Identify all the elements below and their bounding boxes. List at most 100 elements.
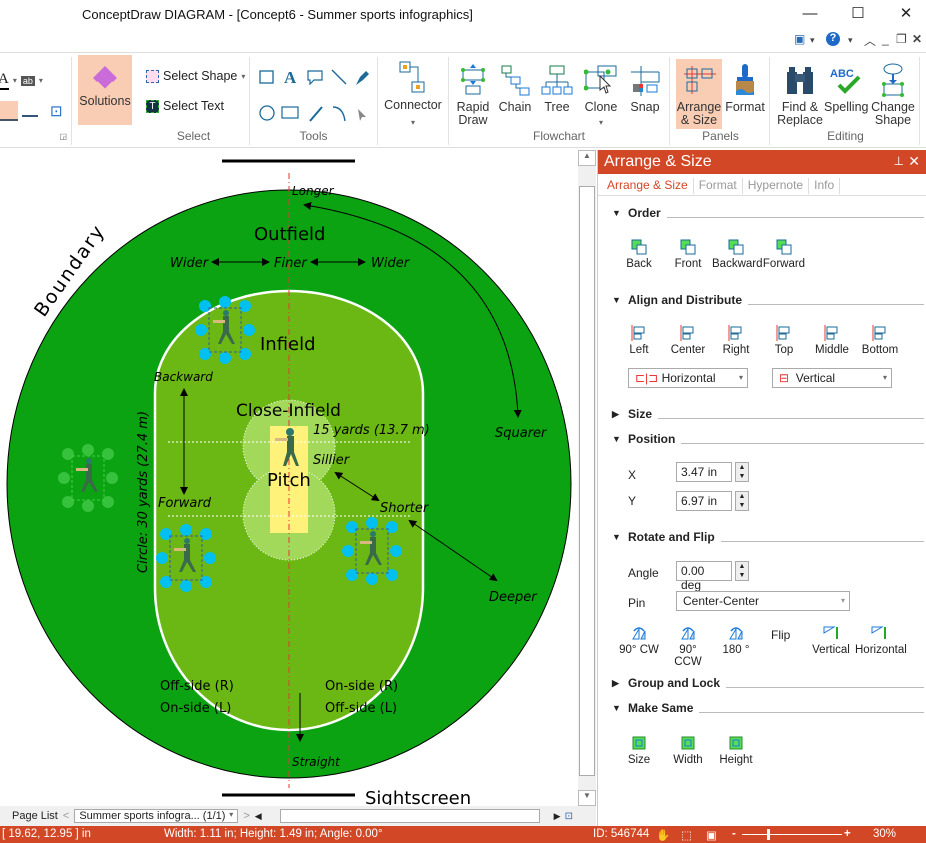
point-tool-icon[interactable] [358, 109, 366, 121]
scroll-thumb[interactable] [579, 186, 595, 776]
tree-button[interactable]: Tree [537, 59, 577, 114]
close-button[interactable]: ✕ [886, 2, 926, 26]
collapse-ribbon-icon[interactable]: ︿ [864, 32, 876, 49]
y-input[interactable]: 6.97 in [676, 491, 732, 511]
make-same-size-button[interactable]: Size [615, 732, 663, 766]
spelling-button[interactable]: ABC Spelling [824, 59, 868, 114]
arrange-size-button[interactable]: Arrange & Size [676, 59, 722, 129]
callout-tool-icon[interactable] [307, 70, 323, 86]
select-text-button[interactable]: T Select Text [146, 99, 224, 113]
horizontal-scrollbar[interactable] [279, 809, 540, 823]
scroll-up-icon[interactable]: ▲ [578, 150, 596, 166]
textbox-tool-icon[interactable] [281, 106, 299, 119]
vertical-scrollbar[interactable]: ▲ ▼ [578, 150, 596, 806]
section-position[interactable]: ▼ Position [612, 432, 924, 446]
selection-handle[interactable] [243, 324, 255, 336]
selection-handle[interactable] [204, 552, 216, 564]
section-size[interactable]: ▶ Size [612, 407, 924, 421]
minimize-button[interactable]: — [790, 2, 830, 26]
drawing-canvas[interactable]: Boundary Outfield Infield Close-Infield … [0, 148, 578, 805]
order-front-button[interactable]: Front [664, 236, 712, 270]
section-rotate[interactable]: ▼ Rotate and Flip [612, 530, 924, 544]
selection-handle[interactable] [195, 324, 207, 336]
selection-handle[interactable] [62, 448, 74, 460]
rotate-180-button[interactable]: 180 ° [712, 622, 760, 656]
selection-handle[interactable] [160, 528, 172, 540]
zoom-slider[interactable] [742, 834, 842, 835]
chevron-down-icon[interactable]: ▾ [848, 35, 853, 46]
distribute-horizontal-select[interactable]: ⊏|⊐ Horizontal ▾ [628, 368, 748, 388]
align-right-button[interactable]: Right [712, 322, 760, 356]
rapid-draw-button[interactable]: Rapid Draw [453, 59, 493, 127]
ellipse-tool-icon[interactable] [259, 105, 275, 121]
align-left-icon[interactable] [0, 101, 18, 121]
make-same-width-button[interactable]: Width [664, 732, 712, 766]
flip-vertical-button[interactable]: Vertical [807, 622, 855, 656]
selection-handle[interactable] [180, 524, 192, 536]
arc-tool-icon[interactable] [332, 106, 346, 122]
align-middle-button[interactable]: Middle [808, 322, 856, 356]
rectangle-tool-icon[interactable] [259, 70, 274, 84]
selection-handle[interactable] [180, 580, 192, 592]
pan-hand-icon[interactable]: ✋ [656, 828, 670, 842]
order-forward-button[interactable]: Forward [760, 236, 808, 270]
order-backward-button[interactable]: Backward [712, 236, 763, 270]
line-tool-icon[interactable] [331, 69, 347, 85]
selection-handle[interactable] [390, 545, 402, 557]
align-bottom-button[interactable]: Bottom [856, 322, 904, 356]
text-tool-icon[interactable]: A [284, 68, 297, 87]
selection-handle[interactable] [239, 300, 251, 312]
chevron-down-icon[interactable]: ▾ [39, 76, 43, 85]
text-box-icon[interactable]: ⊡ [50, 102, 63, 120]
zoom-in-button[interactable]: + [844, 828, 851, 840]
rotate-90-ccw-button[interactable]: 90° CCW [664, 622, 712, 668]
selection-handle[interactable] [200, 528, 212, 540]
page-list-label[interactable]: Page List [12, 810, 58, 822]
rotate-90-cw-button[interactable]: 90° CW [615, 622, 663, 656]
chain-button[interactable]: Chain [495, 59, 535, 114]
section-make-same[interactable]: ▼ Make Same [612, 701, 924, 715]
select-shape-button[interactable]: Select Shape ▾ [146, 69, 245, 83]
selection-handle[interactable] [239, 348, 251, 360]
maximize-button[interactable]: ☐ [838, 2, 878, 26]
angle-input[interactable]: 0.00 deg [676, 561, 732, 592]
distribute-vertical-select[interactable]: ⊟ Vertical ▾ [772, 368, 892, 388]
selection-handle[interactable] [342, 545, 354, 557]
selection-handle[interactable] [156, 552, 168, 564]
find-replace-button[interactable]: Find & Replace [776, 59, 824, 127]
selection-handle[interactable] [82, 500, 94, 512]
align-center-button[interactable]: Center [664, 322, 712, 356]
align-bottom-icon[interactable] [22, 115, 38, 117]
selection-handle[interactable] [200, 576, 212, 588]
selection-handle[interactable] [366, 517, 378, 529]
layout-icon[interactable]: ▣ [794, 32, 805, 46]
cricket-field-diagram[interactable]: Boundary Outfield Infield Close-Infield … [0, 148, 578, 805]
selection-handle[interactable] [82, 444, 94, 456]
scroll-left-icon[interactable]: ◀ [255, 811, 262, 822]
make-same-height-button[interactable]: Height [712, 732, 760, 766]
clone-button[interactable]: Clone ▾ [579, 59, 623, 129]
pin-icon[interactable]: ⊥ [894, 154, 904, 168]
doc-restore-icon[interactable]: ❐ [896, 32, 907, 46]
fit-page-icon[interactable]: ⊡ [565, 811, 573, 822]
chevron-down-icon[interactable]: ▾ [13, 76, 17, 85]
format-button[interactable]: Format [724, 59, 766, 114]
prev-page-icon[interactable]: < [63, 810, 69, 822]
section-group-lock[interactable]: ▶ Group and Lock [612, 676, 924, 690]
section-order[interactable]: ▼ Order [612, 206, 924, 220]
tab-format[interactable]: Format [694, 178, 743, 194]
selection-handle[interactable] [102, 496, 114, 508]
flip-horizontal-button[interactable]: Horizontal [855, 622, 907, 656]
arrow-tool-icon[interactable] [309, 106, 323, 122]
zoom-out-button[interactable]: - [732, 828, 736, 840]
angle-stepper[interactable]: ▲ ▼ [735, 561, 749, 581]
align-left-button[interactable]: Left [615, 322, 663, 356]
doc-close-icon[interactable]: ✕ [912, 32, 922, 46]
solutions-button[interactable]: Solutions [78, 55, 132, 125]
fielder-2[interactable] [195, 296, 255, 364]
zoom-slider-thumb[interactable] [767, 829, 770, 840]
next-page-icon[interactable]: > [243, 810, 249, 822]
align-top-button[interactable]: Top [760, 322, 808, 356]
fielder-1[interactable] [58, 444, 118, 512]
pin-select[interactable]: Center-Center ▾ [676, 591, 850, 611]
